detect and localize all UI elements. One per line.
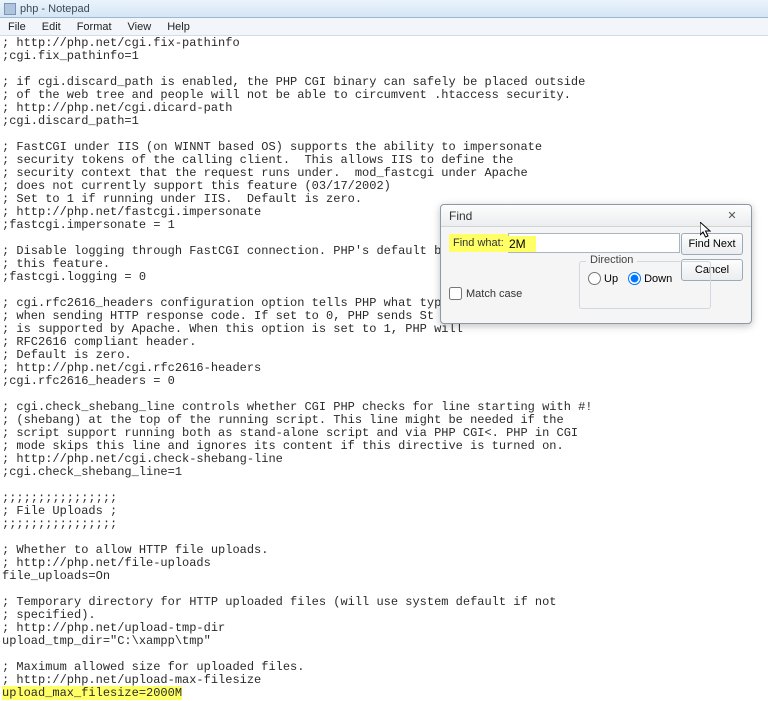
- find-next-label: Find Next: [688, 238, 735, 250]
- editor-line: ; Maximum allowed size for uploaded file…: [2, 661, 766, 674]
- editor-line: ; http://php.net/upload-tmp-dir: [2, 622, 766, 635]
- editor-line-highlight: upload_max_filesize=2000M: [2, 687, 766, 700]
- direction-group: Direction Up Down: [579, 261, 711, 309]
- direction-down-label: Down: [644, 273, 672, 285]
- find-dialog-title: Find: [449, 209, 472, 223]
- match-case-checkbox[interactable]: [449, 287, 462, 300]
- find-dialog-body: Find what: 2M Find Next Cancel Direction…: [441, 227, 751, 323]
- editor-line: ;;;;;;;;;;;;;;;;: [2, 518, 766, 531]
- editor-line: ;cgi.check_shebang_line=1: [2, 466, 766, 479]
- menu-view[interactable]: View: [120, 19, 160, 35]
- find-what-input[interactable]: [508, 233, 680, 253]
- direction-down-radio[interactable]: [628, 272, 641, 285]
- menu-edit[interactable]: Edit: [34, 19, 69, 35]
- editor-line: ; Temporary directory for HTTP uploaded …: [2, 596, 766, 609]
- editor-line: upload_tmp_dir="C:\xampp\tmp": [2, 635, 766, 648]
- find-next-button[interactable]: Find Next: [681, 233, 743, 255]
- direction-down-option[interactable]: Down: [628, 272, 672, 285]
- direction-legend: Direction: [586, 254, 637, 266]
- direction-up-label: Up: [604, 273, 618, 285]
- match-case-label: Match case: [466, 288, 522, 300]
- find-dialog: Find ✕ Find what: 2M Find Next Cancel Di…: [440, 204, 752, 324]
- menu-help[interactable]: Help: [159, 19, 198, 35]
- editor-line: ;cgi.discard_path=1: [2, 115, 766, 128]
- editor-line: [2, 648, 766, 661]
- menu-bar: File Edit Format View Help: [0, 18, 768, 36]
- editor-line: ;cgi.fix_pathinfo=1: [2, 50, 766, 63]
- editor-line: ;cgi.rfc2616_headers = 0: [2, 375, 766, 388]
- close-icon[interactable]: ✕: [717, 209, 747, 223]
- window-title: php - Notepad: [20, 3, 90, 15]
- app-icon: [4, 3, 16, 15]
- direction-up-option[interactable]: Up: [588, 272, 618, 285]
- editor-line: file_uploads=On: [2, 570, 766, 583]
- find-what-label: Find what:: [449, 234, 508, 252]
- menu-format[interactable]: Format: [69, 19, 120, 35]
- match-case-option[interactable]: Match case: [449, 287, 522, 300]
- editor-area[interactable]: ; http://php.net/cgi.fix-pathinfo;cgi.fi…: [0, 36, 768, 701]
- titlebar: php - Notepad: [0, 0, 768, 18]
- find-dialog-titlebar[interactable]: Find ✕: [441, 205, 751, 227]
- editor-line: ; http://php.net/file-uploads: [2, 557, 766, 570]
- direction-up-radio[interactable]: [588, 272, 601, 285]
- menu-file[interactable]: File: [0, 19, 34, 35]
